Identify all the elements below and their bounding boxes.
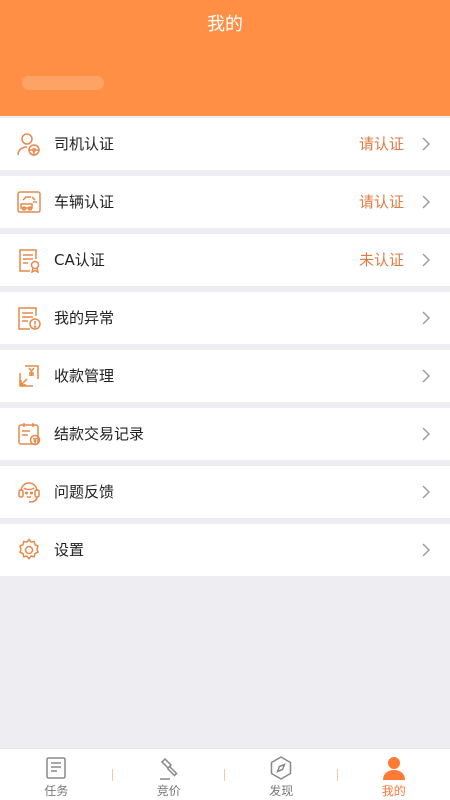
menu-item-label: 收款管理 [54, 367, 115, 385]
menu-item-feedback[interactable]: 问题反馈 [0, 466, 450, 518]
profile-header: 我的 [0, 0, 450, 116]
status-text: 未认证 [358, 251, 404, 269]
menu-item-label: 车辆认证 [54, 193, 115, 211]
chevron-right-icon [420, 542, 432, 558]
menu-item-label: 设置 [54, 541, 85, 559]
menu-item-label: 问题反馈 [54, 483, 115, 501]
tab-discover[interactable]: 发现 [225, 749, 338, 800]
menu-item-label: 我的异常 [54, 309, 115, 327]
menu-item-label: 结款交易记录 [54, 425, 145, 443]
menu-item-label: CA认证 [54, 251, 105, 269]
tab-mine[interactable]: 我的 [338, 749, 450, 800]
menu-item-payment-management[interactable]: 收款管理 [0, 350, 450, 402]
feedback-icon [16, 479, 42, 505]
menu-item-my-exceptions[interactable]: 我的异常 [0, 292, 450, 344]
chevron-right-icon [420, 194, 432, 210]
profile-menu-list: 司机认证 请认证 车辆认证 请认证 CA认证 未认证 我的异常 收款管理 结款交… [0, 118, 450, 582]
menu-item-label: 司机认证 [54, 135, 115, 153]
compass-icon [268, 755, 294, 781]
tab-bidding[interactable]: 竞价 [113, 749, 225, 800]
chevron-right-icon [420, 310, 432, 326]
tab-label: 我的 [381, 784, 406, 798]
menu-item-settlement-records[interactable]: 结款交易记录 [0, 408, 450, 460]
bottom-tab-bar: 任务 竞价 发现 我的 [0, 748, 450, 800]
chevron-right-icon [420, 426, 432, 442]
task-icon [43, 755, 69, 781]
certificate-icon [16, 247, 42, 273]
menu-item-driver-certification[interactable]: 司机认证 请认证 [0, 118, 450, 170]
transaction-record-icon [16, 421, 42, 447]
driver-icon [16, 131, 42, 157]
auction-hammer-icon [156, 755, 182, 781]
user-icon [381, 755, 407, 781]
menu-item-settings[interactable]: 设置 [0, 524, 450, 576]
status-text: 请认证 [358, 135, 404, 153]
menu-item-vehicle-certification[interactable]: 车辆认证 请认证 [0, 176, 450, 228]
tab-tasks[interactable]: 任务 [0, 749, 113, 800]
chevron-right-icon [420, 136, 432, 152]
menu-item-ca-certification[interactable]: CA认证 未认证 [0, 234, 450, 286]
chevron-right-icon [420, 252, 432, 268]
vehicle-icon [16, 189, 42, 215]
exception-icon [16, 305, 42, 331]
payment-icon [16, 363, 42, 389]
chevron-right-icon [420, 484, 432, 500]
tab-label: 任务 [44, 784, 69, 798]
blurred-username [22, 76, 104, 90]
settings-icon [16, 537, 42, 563]
status-text: 请认证 [358, 193, 404, 211]
tab-label: 发现 [269, 784, 294, 798]
page-title: 我的 [207, 14, 243, 35]
tab-label: 竞价 [156, 784, 181, 798]
chevron-right-icon [420, 368, 432, 384]
